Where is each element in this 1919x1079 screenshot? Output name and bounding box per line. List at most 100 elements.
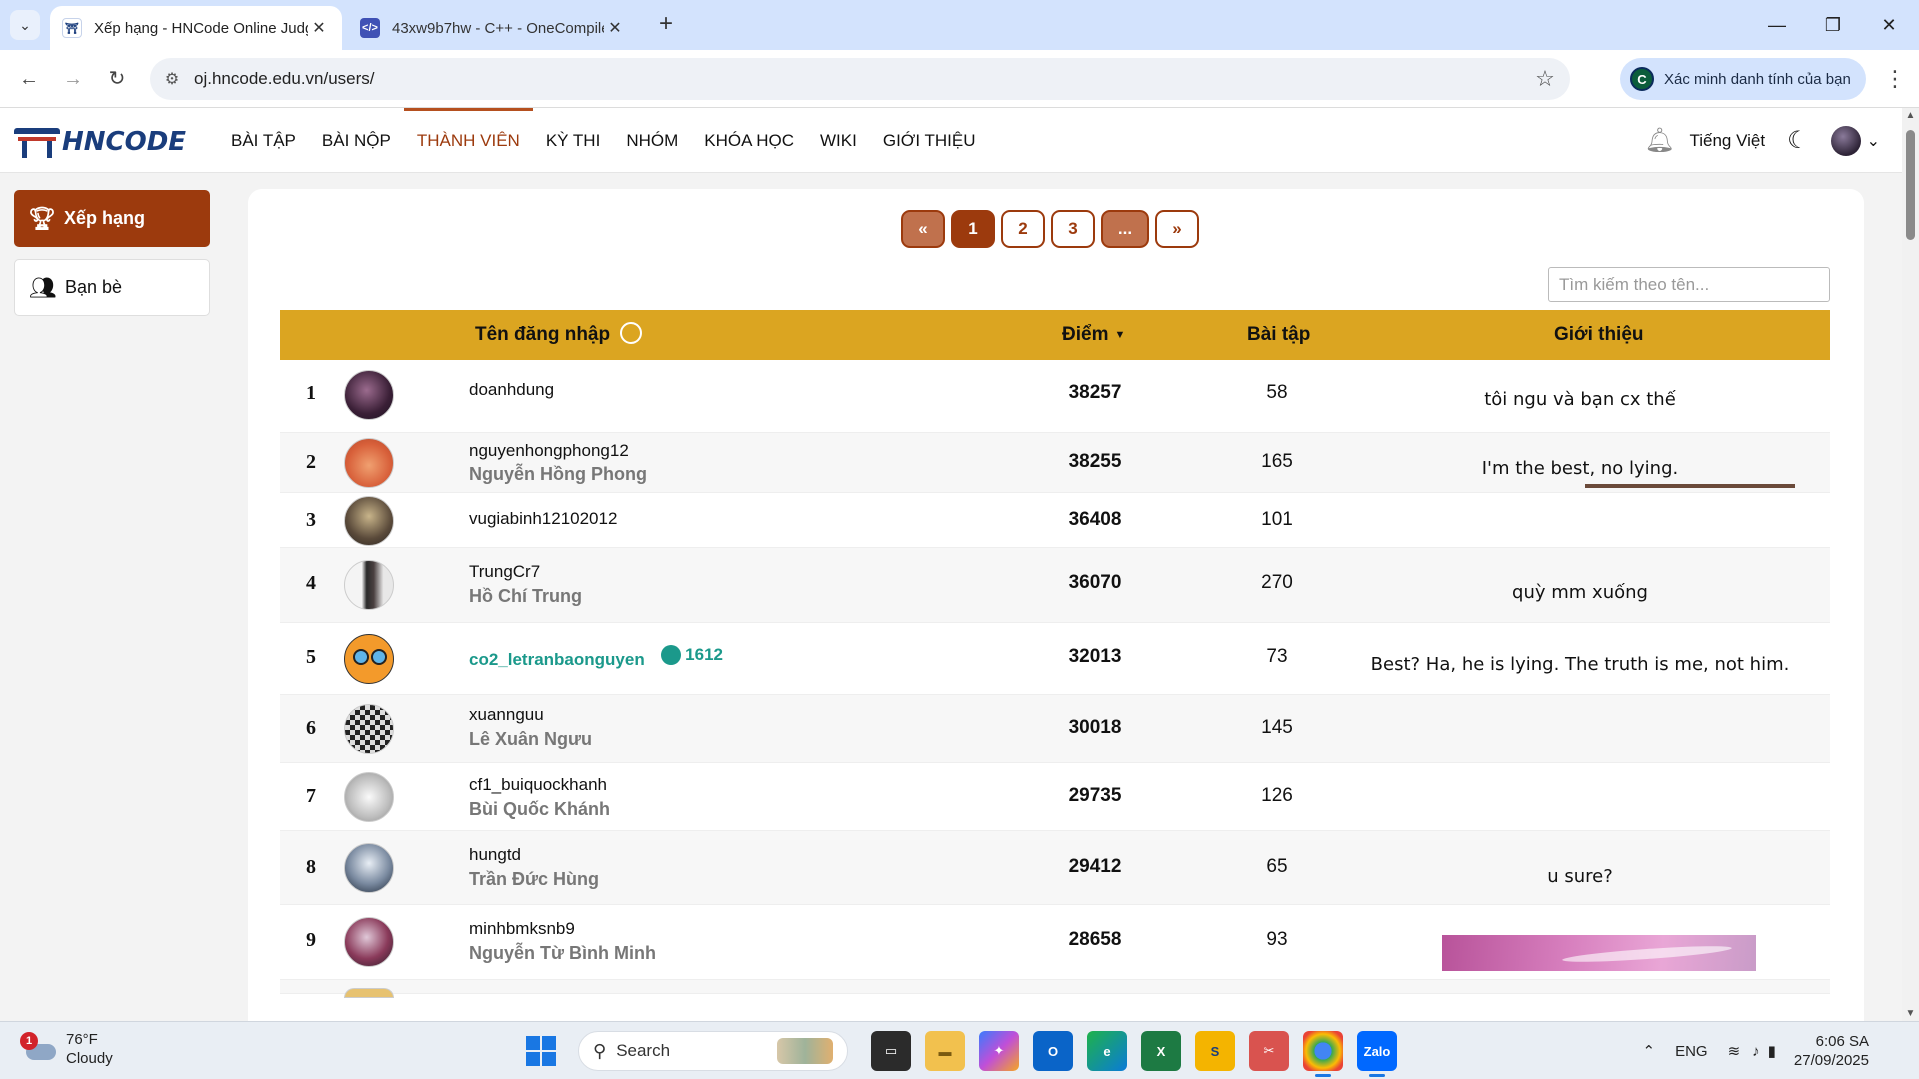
users-icon: 👥︎	[29, 274, 57, 300]
copilot-icon[interactable]: ✦	[979, 1031, 1019, 1071]
task-view-icon[interactable]: ▭	[871, 1031, 911, 1071]
language-selector[interactable]: Tiếng Việt	[1689, 131, 1765, 151]
nav-gioi-thieu[interactable]: GIỚI THIỆU	[870, 108, 989, 173]
tab-onecompiler[interactable]: </> 43xw9b7hw - C++ - OneCompiler ✕	[348, 6, 638, 50]
username-link[interactable]: minhbmksnb9	[469, 919, 656, 939]
site-logo[interactable]: HNCODE	[14, 126, 186, 158]
username-link[interactable]: cf1_buiquockhanh	[469, 775, 610, 795]
nav-nhom[interactable]: NHÓM	[613, 108, 691, 173]
avatar[interactable]	[344, 634, 394, 684]
wifi-icon[interactable]: ≋	[1728, 1042, 1741, 1060]
col-problems[interactable]: Bài tập	[1247, 310, 1310, 360]
nav-thanh-vien[interactable]: THÀNH VIÊN	[403, 108, 533, 173]
battery-icon[interactable]: ▮	[1768, 1042, 1776, 1060]
new-tab-button[interactable]: +	[652, 11, 680, 39]
avatar[interactable]	[344, 370, 394, 420]
taskbar-search-label: Search	[616, 1041, 671, 1060]
search-input[interactable]	[1548, 267, 1830, 302]
url-text[interactable]: oj.hncode.edu.vn/users/	[194, 69, 1520, 89]
excel-icon[interactable]: X	[1141, 1031, 1181, 1071]
clock[interactable]: 6:06 SA 27/09/2025	[1794, 1032, 1869, 1070]
avatar[interactable]	[344, 560, 394, 610]
about-text: tôi ngu và bạn cx thế	[1484, 389, 1676, 410]
pagination-prev[interactable]: «	[901, 210, 945, 248]
tab-search-button[interactable]: ⌄	[10, 10, 40, 40]
browser-menu-button[interactable]: ⋮	[1880, 64, 1910, 94]
avatar[interactable]	[344, 438, 394, 488]
pagination-page-1[interactable]: 1	[951, 210, 995, 248]
close-icon[interactable]: ✕	[308, 18, 330, 38]
problem-count: 165	[1261, 451, 1293, 472]
taskbar-search[interactable]: ⚲ Search	[578, 1031, 848, 1071]
nav-bai-tap[interactable]: BÀI TẬP	[218, 108, 309, 173]
col-points[interactable]: Điểm ▼	[1062, 310, 1125, 360]
username-link[interactable]: doanhdung	[469, 380, 554, 400]
sublime-icon[interactable]: S	[1195, 1031, 1235, 1071]
nav-wiki[interactable]: WIKI	[807, 108, 870, 173]
arrow-left-icon: ←	[19, 68, 39, 90]
scrollbar-thumb[interactable]	[1906, 130, 1915, 240]
username-link[interactable]: hungtd	[469, 845, 599, 865]
points: 38257	[1068, 382, 1122, 403]
input-language[interactable]: ENG	[1675, 1043, 1708, 1060]
chevron-down-icon: ⌄	[19, 16, 31, 33]
chrome-icon[interactable]	[1303, 1031, 1343, 1077]
forward-button[interactable]: →	[58, 64, 88, 94]
pagination: « 1 2 3 ... »	[901, 210, 1205, 248]
back-button[interactable]: ←	[14, 64, 44, 94]
scroll-up-icon[interactable]: ▲	[1902, 110, 1919, 121]
user-menu[interactable]: ⌄	[1830, 125, 1880, 156]
weather-widget[interactable]: 1 76°F Cloudy	[20, 1030, 113, 1068]
pagination-ellipsis[interactable]: ...	[1101, 210, 1149, 248]
bookmark-star-icon[interactable]: ☆	[1520, 66, 1570, 92]
reload-button[interactable]: ↻	[102, 64, 132, 94]
sidebar-item-xep-hang[interactable]: 🏆︎ Xếp hạng	[14, 190, 210, 247]
file-explorer-icon[interactable]: ▬	[925, 1031, 965, 1071]
windows-start-icon[interactable]	[526, 1036, 556, 1066]
col-username[interactable]: Tên đăng nhập	[475, 310, 643, 360]
table-row: 1 doanhdung 38257 58 tôi ngu và bạn cx t…	[280, 360, 1830, 433]
close-icon[interactable]: ✕	[604, 18, 626, 38]
snipping-tool-icon[interactable]: ✂	[1249, 1031, 1289, 1071]
chevron-up-icon[interactable]: ⌃	[1642, 1042, 1655, 1060]
close-window-button[interactable]: ✕	[1862, 8, 1916, 42]
username-link[interactable]: xuannguu	[469, 705, 592, 725]
nav-bai-nop[interactable]: BÀI NỘP	[309, 108, 404, 173]
outlook-icon[interactable]: O	[1033, 1031, 1073, 1071]
pagination-page-3[interactable]: 3	[1051, 210, 1095, 248]
problem-count: 93	[1266, 929, 1288, 950]
moon-icon[interactable]: ☾	[1787, 126, 1809, 155]
nav-ky-thi[interactable]: KỲ THI	[533, 108, 613, 173]
zalo-icon[interactable]: Zalo	[1357, 1031, 1397, 1077]
verify-identity-button[interactable]: C Xác minh danh tính của bạn	[1620, 58, 1866, 100]
avatar[interactable]	[344, 704, 394, 754]
sidebar-item-ban-be[interactable]: 👥︎ Bạn bè	[14, 259, 210, 316]
edge-icon[interactable]: e	[1087, 1031, 1127, 1071]
username-link[interactable]: nguyenhongphong12	[469, 441, 647, 461]
tab-xep-hang[interactable]: ⛩ Xếp hạng - HNCode Online Judge ✕	[50, 6, 342, 50]
avatar[interactable]	[344, 772, 394, 822]
avatar[interactable]	[344, 843, 394, 893]
rank: 8	[306, 856, 316, 878]
scroll-down-icon[interactable]: ▼	[1902, 1008, 1919, 1019]
bell-icon[interactable]: 🔔︎	[1639, 126, 1679, 155]
rank: 1	[306, 382, 316, 404]
minimize-button[interactable]: —	[1750, 8, 1804, 42]
pagination-next[interactable]: »	[1155, 210, 1199, 248]
sort-toggle-icon[interactable]	[620, 321, 643, 344]
site-info-icon[interactable]: ⚙	[150, 69, 194, 89]
nav-khoa-hoc[interactable]: KHÓA HỌC	[691, 108, 807, 173]
avatar[interactable]	[344, 988, 394, 998]
username-link[interactable]: vugiabinh12102012	[469, 509, 617, 529]
volume-icon[interactable]: ♪	[1752, 1043, 1760, 1060]
username-link[interactable]: co2_letranbaonguyen	[469, 650, 645, 669]
address-bar[interactable]: ⚙ oj.hncode.edu.vn/users/ ☆	[150, 58, 1570, 100]
pagination-page-2[interactable]: 2	[1001, 210, 1045, 248]
sort-desc-icon: ▼	[1114, 329, 1126, 341]
username-link[interactable]: TrungCr7	[469, 562, 582, 582]
avatar[interactable]	[344, 496, 394, 546]
page-scrollbar[interactable]: ▲ ▼	[1902, 108, 1919, 1021]
restore-button[interactable]: ❐	[1806, 8, 1860, 42]
trophy-icon: 🏆︎	[28, 205, 56, 231]
avatar[interactable]	[344, 917, 394, 967]
